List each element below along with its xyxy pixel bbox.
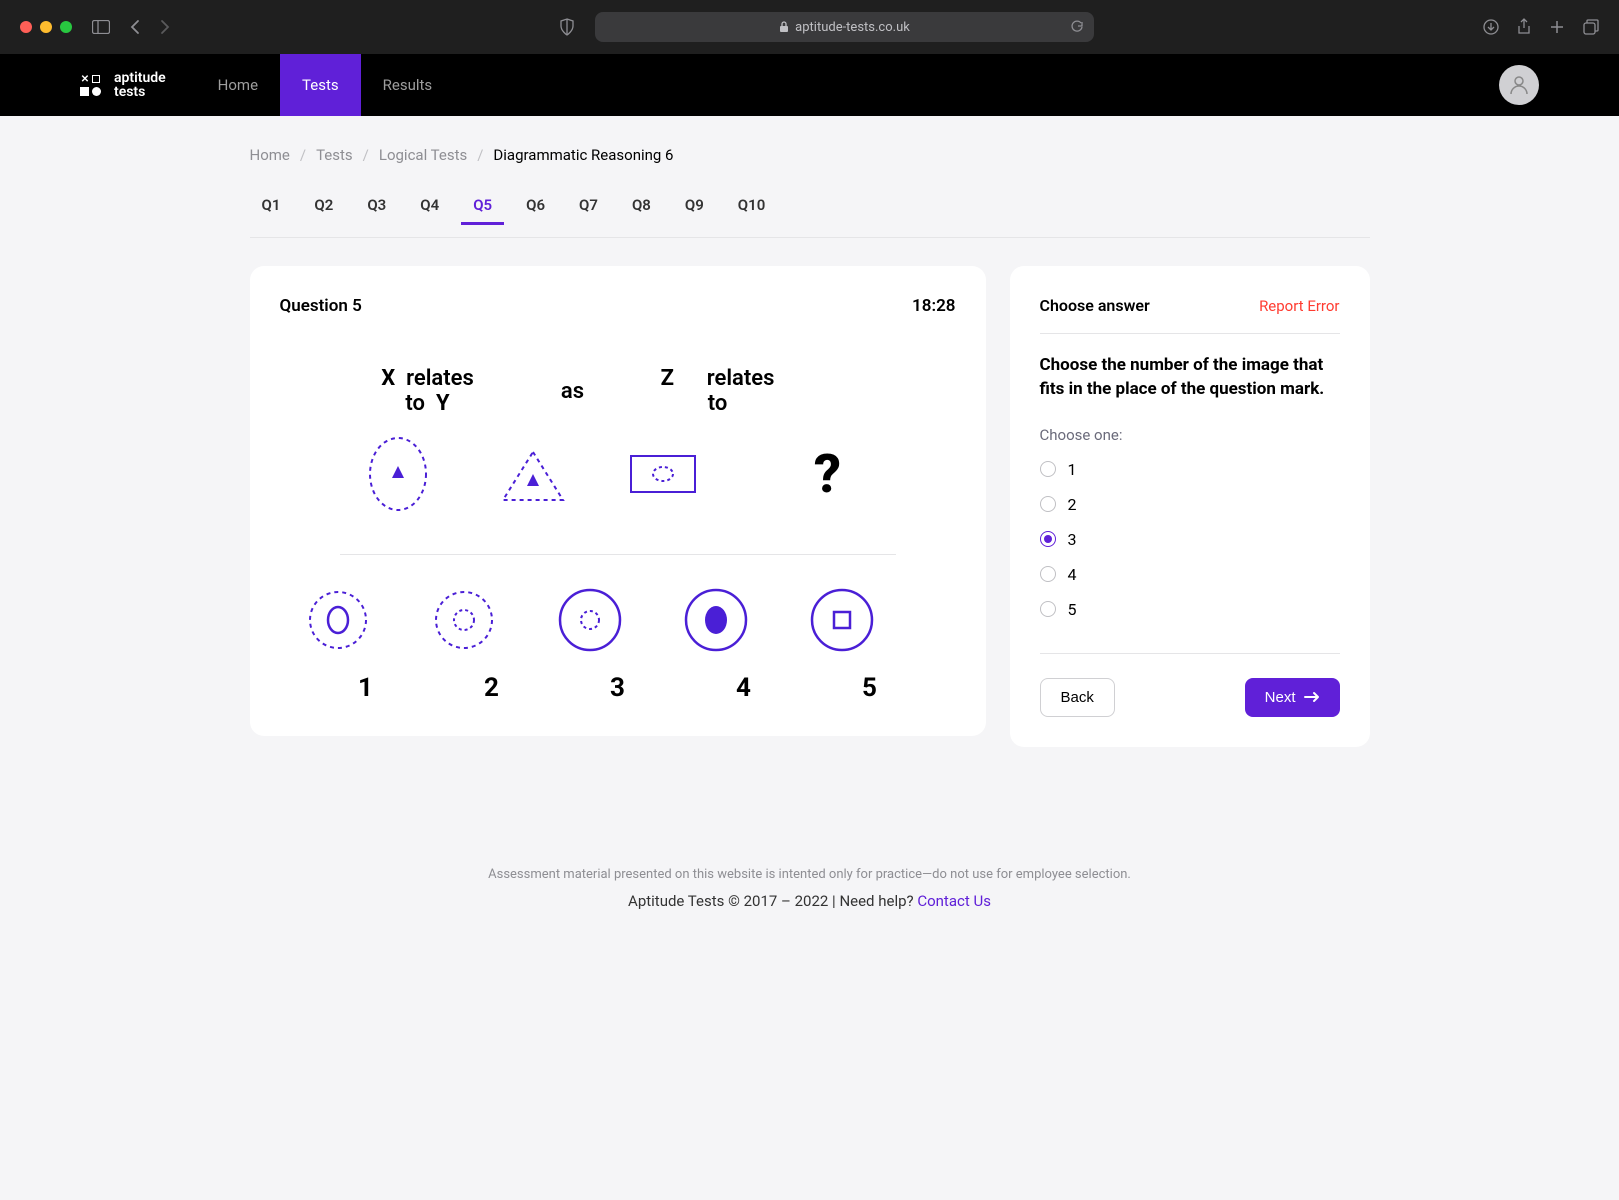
footer-disclaimer: Assessment material presented on this we… [250,867,1370,882]
back-button[interactable]: Back [1040,678,1115,717]
option-4: 4 [681,585,807,703]
report-error-link[interactable]: Report Error [1259,297,1339,315]
option-label: 1 [303,673,429,703]
qnav-q5[interactable]: Q5 [461,188,504,225]
question-title: Question 5 [280,296,362,316]
qnav-q4[interactable]: Q4 [408,188,451,225]
nav-home[interactable]: Home [196,54,280,116]
nav-tests[interactable]: Tests [280,54,361,116]
question-card: Question 5 18:28 X relates to Y as Z rel… [250,266,986,736]
main-nav: Home Tests Results [196,54,454,116]
url-bar[interactable]: aptitude-tests.co.uk [595,12,1094,42]
maximize-window[interactable] [60,21,72,33]
logo-text: aptitude tests [114,71,166,99]
logo[interactable]: ✕ aptitude tests [80,71,166,99]
choose-one-label: Choose one: [1040,426,1340,444]
shapes-row: ? [280,434,956,514]
qnav-q9[interactable]: Q9 [673,188,716,225]
sidebar-toggle-icon[interactable] [92,20,110,34]
qnav-q3[interactable]: Q3 [355,188,398,225]
footer: Assessment material presented on this we… [250,867,1370,910]
breadcrumb-separator: / [477,146,483,164]
tabs-icon[interactable] [1583,18,1599,36]
option-label: 5 [807,673,933,703]
choice-label: 5 [1068,600,1077,619]
radio-icon [1040,496,1056,512]
logo-mark: ✕ [80,75,102,96]
option-label: 4 [681,673,807,703]
back-icon[interactable] [130,19,140,35]
breadcrumb-separator: / [300,146,306,164]
qnav-q10[interactable]: Q10 [726,188,777,225]
radio-icon [1040,461,1056,477]
divider [340,554,896,555]
shape-question: ? [783,443,873,506]
answer-panel: Choose answer Report Error Choose the nu… [1010,266,1370,747]
choice-1[interactable]: 1 [1040,460,1340,479]
choice-4[interactable]: 4 [1040,565,1340,584]
qnav-q7[interactable]: Q7 [567,188,610,225]
next-button[interactable]: Next [1245,678,1340,717]
downloads-icon[interactable] [1483,18,1499,36]
choice-label: 3 [1068,530,1077,549]
breadcrumb-logical[interactable]: Logical Tests [379,146,467,164]
qnav-q2[interactable]: Q2 [302,188,345,225]
choice-label: 1 [1068,460,1077,479]
app-header: ✕ aptitude tests Home Tests Results [0,54,1619,116]
breadcrumb-home[interactable]: Home [250,146,290,164]
radio-icon [1040,566,1056,582]
breadcrumb-tests[interactable]: Tests [316,146,353,164]
breadcrumb-separator: / [363,146,369,164]
choice-3[interactable]: 3 [1040,530,1340,549]
footer-copyright: Aptitude Tests © 2017 – 2022 | Need help… [628,892,917,910]
answer-title: Choose answer [1040,296,1150,315]
choice-label: 2 [1068,495,1077,514]
choice-5[interactable]: 5 [1040,600,1340,619]
option-label: 3 [555,673,681,703]
question-timer: 18:28 [912,296,955,316]
window-controls [20,21,72,33]
radio-icon [1040,531,1056,547]
choices: 1 2 3 4 5 [1040,460,1340,619]
option-1: 1 [303,585,429,703]
lock-icon [779,21,789,33]
new-tab-icon[interactable] [1549,18,1565,36]
contact-us-link[interactable]: Contact Us [917,892,991,910]
url-text: aptitude-tests.co.uk [795,20,910,35]
option-2: 2 [429,585,555,703]
avatar[interactable] [1499,65,1539,105]
share-icon[interactable] [1517,18,1531,36]
browser-chrome: aptitude-tests.co.uk [0,0,1619,54]
answer-prompt: Choose the number of the image that fits… [1040,354,1340,402]
breadcrumb-current: Diagrammatic Reasoning 6 [493,146,673,164]
question-nav: Q1Q2 Q3 Q4 Q5 Q6 Q7 Q8 Q9 Q10 [250,164,1370,238]
analogy-z: Z relates to [653,366,783,434]
analogy-question [783,379,873,422]
choice-label: 4 [1068,565,1077,584]
nav-results[interactable]: Results [361,54,455,116]
breadcrumb: Home / Tests / Logical Tests / Diagramma… [250,116,1370,164]
qnav-q6[interactable]: Q6 [514,188,557,225]
option-5: 5 [807,585,933,703]
analogy-gap: as [493,379,653,422]
shape-y [493,434,623,514]
option-label: 2 [429,673,555,703]
forward-icon[interactable] [160,19,170,35]
option-3: 3 [555,585,681,703]
minimize-window[interactable] [40,21,52,33]
close-window[interactable] [20,21,32,33]
qnav-q8[interactable]: Q8 [620,188,663,225]
analogy-x: X relates to Y [363,366,493,434]
reload-icon[interactable] [1070,20,1084,34]
options-row: 1 2 3 [280,585,956,703]
arrow-right-icon [1304,691,1320,703]
user-icon [1507,73,1531,97]
shape-x [363,434,493,514]
shield-icon[interactable] [559,18,575,36]
choice-2[interactable]: 2 [1040,495,1340,514]
qnav-q1[interactable]: Q1 [250,188,293,225]
analogy-row: X relates to Y as Z relates to [280,366,956,434]
shape-z [623,444,783,504]
radio-icon [1040,601,1056,617]
